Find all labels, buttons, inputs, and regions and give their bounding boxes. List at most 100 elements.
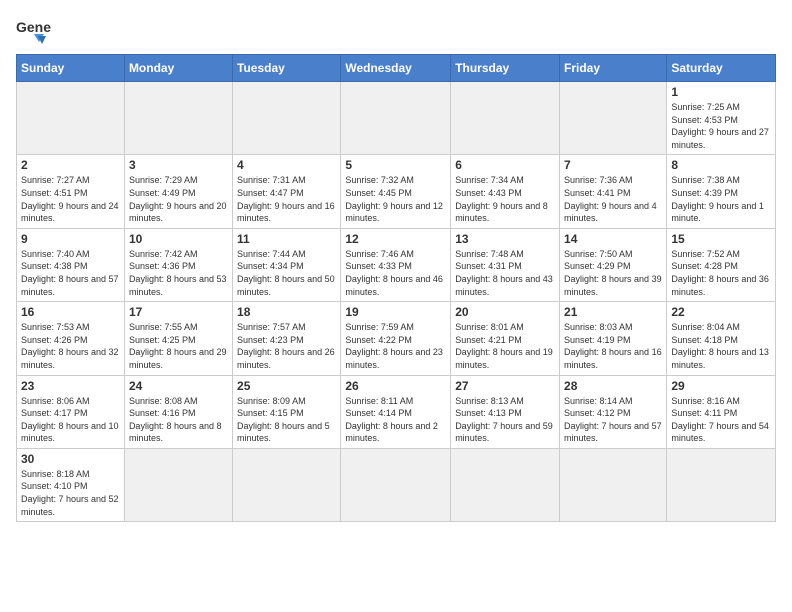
week-row-3: 9 Sunrise: 7:40 AM Sunset: 4:38 PM Daylig… <box>17 228 776 301</box>
calendar-cell: 3Sunrise: 7:29 AM Sunset: 4:49 PM Daylig… <box>124 155 232 228</box>
day-info: Sunrise: 7:38 AM Sunset: 4:39 PM Dayligh… <box>671 174 771 224</box>
day-info: Sunrise: 7:32 AM Sunset: 4:45 PM Dayligh… <box>345 174 446 224</box>
weekday-header-friday: Friday <box>560 55 667 82</box>
day-number: 18 <box>237 305 336 319</box>
day-info: Sunrise: 7:46 AM Sunset: 4:33 PM Dayligh… <box>345 248 446 298</box>
day-info: Sunrise: 7:36 AM Sunset: 4:41 PM Dayligh… <box>564 174 662 224</box>
day-number: 5 <box>345 158 446 172</box>
day-info: Sunrise: 7:57 AM Sunset: 4:23 PM Dayligh… <box>237 321 336 371</box>
weekday-header-saturday: Saturday <box>667 55 776 82</box>
day-info: Sunrise: 8:18 AM Sunset: 4:10 PM Dayligh… <box>21 468 120 518</box>
week-row-4: 16Sunrise: 7:53 AM Sunset: 4:26 PM Dayli… <box>17 302 776 375</box>
day-number: 12 <box>345 232 446 246</box>
calendar-cell: 28 Sunrise: 8:14 AM Sunset: 4:12 PM Dayli… <box>560 375 667 448</box>
day-number: 28 <box>564 379 662 393</box>
day-number: 16 <box>21 305 120 319</box>
day-info: Sunrise: 7:40 AM Sunset: 4:38 PM Dayligh… <box>21 248 120 298</box>
day-number: 10 <box>129 232 228 246</box>
calendar-cell: 11 Sunrise: 7:44 AM Sunset: 4:34 PM Dayli… <box>233 228 341 301</box>
calendar-cell <box>451 448 560 521</box>
logo-icon: General <box>16 16 52 46</box>
day-number: 14 <box>564 232 662 246</box>
day-number: 1 <box>671 85 771 99</box>
day-number: 25 <box>237 379 336 393</box>
calendar-cell <box>560 82 667 155</box>
calendar-cell: 16Sunrise: 7:53 AM Sunset: 4:26 PM Dayli… <box>17 302 125 375</box>
day-number: 23 <box>21 379 120 393</box>
calendar-cell <box>341 448 451 521</box>
calendar-cell: 30 Sunrise: 8:18 AM Sunset: 4:10 PM Dayli… <box>17 448 125 521</box>
calendar-cell: 15 Sunrise: 7:52 AM Sunset: 4:28 PM Dayli… <box>667 228 776 301</box>
day-info: Sunrise: 8:04 AM Sunset: 4:18 PM Dayligh… <box>671 321 771 371</box>
day-info: Sunrise: 8:14 AM Sunset: 4:12 PM Dayligh… <box>564 395 662 445</box>
weekday-header-row: SundayMondayTuesdayWednesdayThursdayFrid… <box>17 55 776 82</box>
day-info: Sunrise: 8:03 AM Sunset: 4:19 PM Dayligh… <box>564 321 662 371</box>
day-info: Sunrise: 8:13 AM Sunset: 4:13 PM Dayligh… <box>455 395 555 445</box>
calendar-cell: 20 Sunrise: 8:01 AM Sunset: 4:21 PM Dayli… <box>451 302 560 375</box>
calendar-cell <box>667 448 776 521</box>
calendar-cell: 14 Sunrise: 7:50 AM Sunset: 4:29 PM Dayli… <box>560 228 667 301</box>
weekday-header-monday: Monday <box>124 55 232 82</box>
day-info: Sunrise: 7:55 AM Sunset: 4:25 PM Dayligh… <box>129 321 228 371</box>
day-info: Sunrise: 8:01 AM Sunset: 4:21 PM Dayligh… <box>455 321 555 371</box>
day-info: Sunrise: 7:48 AM Sunset: 4:31 PM Dayligh… <box>455 248 555 298</box>
day-info: Sunrise: 7:52 AM Sunset: 4:28 PM Dayligh… <box>671 248 771 298</box>
calendar-cell: 7Sunrise: 7:36 AM Sunset: 4:41 PM Daylig… <box>560 155 667 228</box>
day-number: 15 <box>671 232 771 246</box>
day-info: Sunrise: 7:42 AM Sunset: 4:36 PM Dayligh… <box>129 248 228 298</box>
day-number: 4 <box>237 158 336 172</box>
day-info: Sunrise: 8:16 AM Sunset: 4:11 PM Dayligh… <box>671 395 771 445</box>
calendar-cell: 2 Sunrise: 7:27 AM Sunset: 4:51 PM Daylig… <box>17 155 125 228</box>
week-row-2: 2 Sunrise: 7:27 AM Sunset: 4:51 PM Daylig… <box>17 155 776 228</box>
day-info: Sunrise: 7:59 AM Sunset: 4:22 PM Dayligh… <box>345 321 446 371</box>
calendar-cell <box>560 448 667 521</box>
weekday-header-wednesday: Wednesday <box>341 55 451 82</box>
day-number: 24 <box>129 379 228 393</box>
calendar-cell: 19 Sunrise: 7:59 AM Sunset: 4:22 PM Dayli… <box>341 302 451 375</box>
calendar-cell: 27 Sunrise: 8:13 AM Sunset: 4:13 PM Dayli… <box>451 375 560 448</box>
calendar-cell: 10 Sunrise: 7:42 AM Sunset: 4:36 PM Dayli… <box>124 228 232 301</box>
calendar-cell <box>233 448 341 521</box>
calendar-cell: 4 Sunrise: 7:31 AM Sunset: 4:47 PM Daylig… <box>233 155 341 228</box>
calendar-cell: 26Sunrise: 8:11 AM Sunset: 4:14 PM Dayli… <box>341 375 451 448</box>
day-number: 27 <box>455 379 555 393</box>
svg-text:General: General <box>16 19 52 35</box>
calendar-cell: 8Sunrise: 7:38 AM Sunset: 4:39 PM Daylig… <box>667 155 776 228</box>
day-number: 21 <box>564 305 662 319</box>
day-number: 22 <box>671 305 771 319</box>
week-row-1: 1 Sunrise: 7:25 AM Sunset: 4:53 PM Daylig… <box>17 82 776 155</box>
week-row-5: 23 Sunrise: 8:06 AM Sunset: 4:17 PM Dayli… <box>17 375 776 448</box>
day-number: 6 <box>455 158 555 172</box>
day-info: Sunrise: 7:50 AM Sunset: 4:29 PM Dayligh… <box>564 248 662 298</box>
day-info: Sunrise: 7:31 AM Sunset: 4:47 PM Dayligh… <box>237 174 336 224</box>
calendar-cell <box>233 82 341 155</box>
calendar-cell: 25Sunrise: 8:09 AM Sunset: 4:15 PM Dayli… <box>233 375 341 448</box>
calendar-cell: 6Sunrise: 7:34 AM Sunset: 4:43 PM Daylig… <box>451 155 560 228</box>
calendar-cell: 29 Sunrise: 8:16 AM Sunset: 4:11 PM Dayli… <box>667 375 776 448</box>
day-info: Sunrise: 7:25 AM Sunset: 4:53 PM Dayligh… <box>671 101 771 151</box>
calendar-cell <box>17 82 125 155</box>
day-number: 29 <box>671 379 771 393</box>
calendar-cell: 18 Sunrise: 7:57 AM Sunset: 4:23 PM Dayli… <box>233 302 341 375</box>
day-info: Sunrise: 7:44 AM Sunset: 4:34 PM Dayligh… <box>237 248 336 298</box>
day-number: 20 <box>455 305 555 319</box>
calendar: SundayMondayTuesdayWednesdayThursdayFrid… <box>16 54 776 522</box>
calendar-cell: 22 Sunrise: 8:04 AM Sunset: 4:18 PM Dayli… <box>667 302 776 375</box>
day-info: Sunrise: 8:06 AM Sunset: 4:17 PM Dayligh… <box>21 395 120 445</box>
day-info: Sunrise: 7:27 AM Sunset: 4:51 PM Dayligh… <box>21 174 120 224</box>
calendar-cell: 5 Sunrise: 7:32 AM Sunset: 4:45 PM Daylig… <box>341 155 451 228</box>
day-info: Sunrise: 8:08 AM Sunset: 4:16 PM Dayligh… <box>129 395 228 445</box>
day-number: 30 <box>21 452 120 466</box>
day-info: Sunrise: 8:11 AM Sunset: 4:14 PM Dayligh… <box>345 395 446 445</box>
day-number: 9 <box>21 232 120 246</box>
calendar-cell: 21 Sunrise: 8:03 AM Sunset: 4:19 PM Dayli… <box>560 302 667 375</box>
calendar-cell <box>451 82 560 155</box>
calendar-cell <box>124 82 232 155</box>
page-header: General <box>16 16 776 46</box>
day-number: 13 <box>455 232 555 246</box>
weekday-header-tuesday: Tuesday <box>233 55 341 82</box>
day-number: 11 <box>237 232 336 246</box>
day-number: 19 <box>345 305 446 319</box>
day-info: Sunrise: 7:29 AM Sunset: 4:49 PM Dayligh… <box>129 174 228 224</box>
day-number: 2 <box>21 158 120 172</box>
